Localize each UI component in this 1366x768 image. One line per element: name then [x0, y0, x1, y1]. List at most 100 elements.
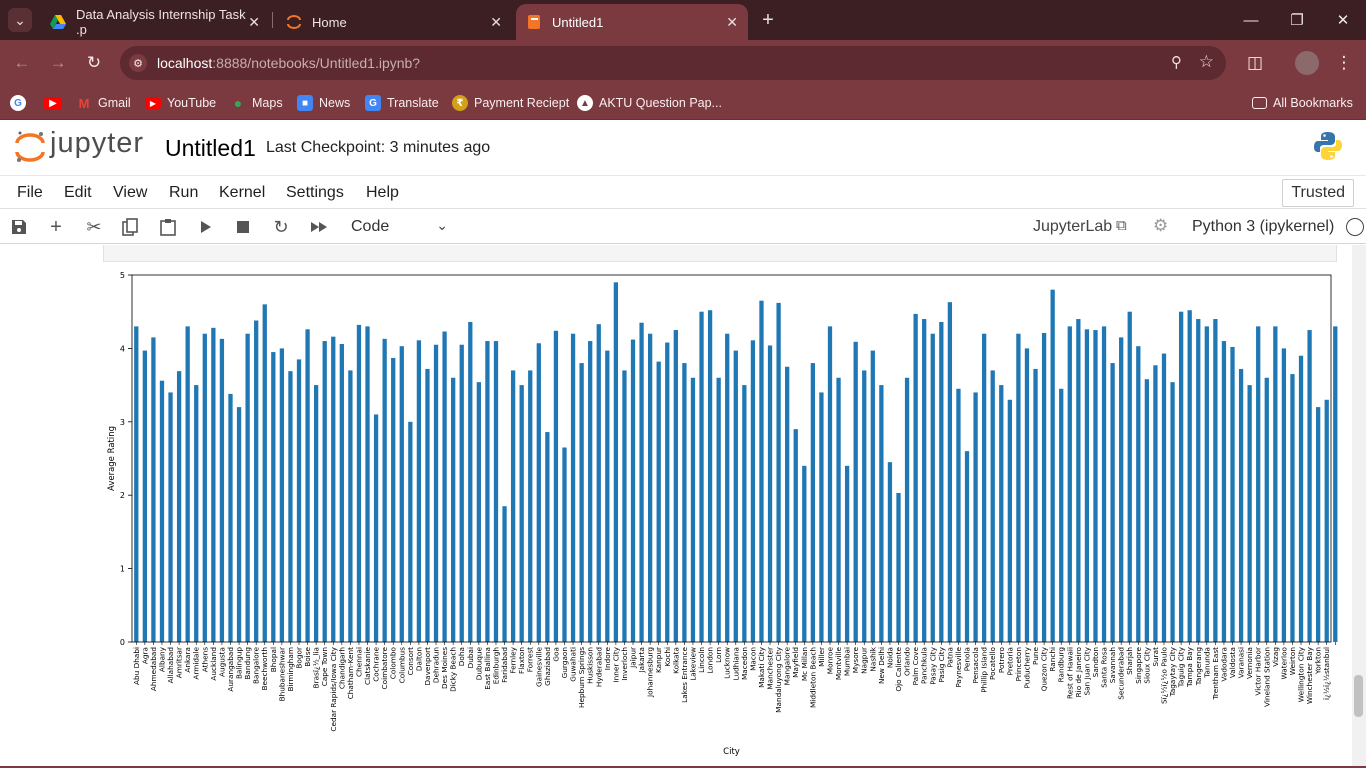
jupyter-logo-icon[interactable] — [14, 129, 46, 165]
close-icon[interactable]: ✕ — [248, 14, 260, 31]
bookmark-maps[interactable]: ● Maps — [230, 94, 283, 112]
tab-search-icon[interactable]: ⌄ — [8, 8, 32, 32]
menu-view[interactable]: View — [113, 184, 147, 202]
bar — [956, 388, 961, 642]
bookmark-gmail[interactable]: M Gmail — [76, 94, 131, 112]
bar — [879, 385, 884, 642]
save-icon[interactable] — [8, 217, 30, 237]
bar — [391, 357, 396, 642]
bookmark-translate[interactable]: G Translate — [365, 94, 439, 112]
zoom-icon[interactable]: ⚲ — [1171, 53, 1182, 71]
bar — [750, 340, 756, 642]
bar — [596, 324, 601, 642]
bar — [485, 341, 490, 642]
bar — [562, 447, 567, 642]
bar — [1050, 289, 1055, 642]
restart-icon[interactable]: ↻ — [270, 217, 292, 237]
bar — [570, 333, 576, 642]
paste-icon[interactable] — [157, 217, 179, 237]
bar — [785, 366, 790, 642]
payment-icon: ₹ — [452, 95, 468, 111]
bookmark-star-icon[interactable]: ☆ — [1199, 52, 1214, 72]
bar — [1084, 329, 1090, 642]
bar — [348, 370, 353, 642]
bookmark-youtube-icon-only[interactable]: ▶ — [44, 94, 68, 112]
browser-tab-strip: ⌄ Data Analysis Internship Task .p ✕ Hom… — [0, 0, 1366, 40]
profile-avatar[interactable] — [1295, 51, 1319, 75]
run-icon[interactable] — [195, 217, 217, 237]
bar — [673, 330, 678, 642]
extensions-icon[interactable]: ◫ — [1243, 51, 1267, 75]
restore-icon[interactable]: ❐ — [1274, 0, 1320, 40]
bar — [887, 462, 893, 642]
close-icon[interactable]: ✕ — [490, 14, 502, 31]
tab-untitled1[interactable]: Untitled1 ✕ — [516, 4, 748, 40]
bar — [236, 407, 242, 642]
menu-edit[interactable]: Edit — [64, 184, 92, 202]
close-icon[interactable]: ✕ — [726, 14, 738, 31]
cell-type-select[interactable]: Code ⌄ — [344, 215, 452, 239]
external-link-icon[interactable]: ⧉ — [1116, 217, 1127, 234]
bar — [1324, 399, 1329, 642]
y-tick-label: 5 — [120, 271, 125, 280]
tab-title: Data Analysis Internship Task .p — [76, 7, 246, 37]
bar — [827, 326, 833, 642]
bookmark-aktu[interactable]: ▲ AKTU Question Pap... — [577, 94, 722, 112]
notebook-title[interactable]: Untitled1 — [165, 135, 256, 162]
site-info-icon[interactable]: ⚙ — [129, 54, 147, 72]
bar — [459, 344, 464, 642]
menu-settings[interactable]: Settings — [286, 184, 344, 202]
tab-data-analysis[interactable]: Data Analysis Internship Task .p ✕ — [40, 4, 270, 40]
back-icon[interactable]: ← — [10, 51, 34, 75]
cut-icon[interactable]: ✂ — [83, 217, 105, 237]
jupyterlab-link[interactable]: JupyterLab — [1033, 218, 1112, 236]
bar — [1333, 326, 1338, 642]
add-cell-icon[interactable]: + — [45, 216, 67, 238]
close-window-icon[interactable]: ✕ — [1320, 0, 1366, 40]
bar — [1127, 311, 1132, 642]
bar-chart: 012345Abu Dhabi Agra Ahmedabad Albany Allaha… — [107, 271, 1338, 757]
google-drive-icon — [50, 14, 66, 30]
fast-forward-icon[interactable] — [308, 217, 330, 237]
forward-icon[interactable]: → — [46, 51, 70, 75]
debugger-icon[interactable]: ⚙ — [1153, 216, 1168, 236]
bar — [896, 492, 901, 642]
scrollbar-thumb[interactable] — [1354, 675, 1363, 717]
y-tick-label: 3 — [120, 418, 125, 427]
menu-file[interactable]: File — [17, 184, 43, 202]
reload-icon[interactable]: ↻ — [82, 51, 106, 75]
bar — [844, 465, 850, 642]
more-menu-icon[interactable]: ⋮ — [1332, 51, 1356, 75]
menu-run[interactable]: Run — [169, 184, 198, 202]
bookmark-news[interactable]: ■ News — [297, 94, 350, 112]
bar — [1144, 379, 1150, 642]
bar — [1076, 319, 1081, 642]
bar — [1153, 365, 1158, 642]
tab-home[interactable]: Home ✕ — [276, 4, 512, 40]
gmail-icon: M — [78, 95, 90, 111]
bar — [836, 377, 841, 642]
all-bookmarks[interactable]: All Bookmarks — [1252, 94, 1353, 112]
new-tab-icon[interactable]: + — [756, 8, 780, 32]
menu-kernel[interactable]: Kernel — [219, 184, 265, 202]
bar — [622, 370, 627, 642]
bar — [510, 370, 516, 642]
copy-icon[interactable] — [119, 217, 141, 237]
address-bar[interactable]: ⚙ localhost:8888/notebooks/Untitled1.ipy… — [120, 46, 1226, 80]
bookmark-payment[interactable]: ₹ Payment Reciept — [452, 94, 569, 112]
bookmark-youtube[interactable]: ▶ YouTube — [145, 94, 216, 112]
bar — [502, 506, 507, 642]
bookmark-google[interactable]: G — [10, 94, 32, 112]
bar — [733, 350, 738, 642]
trusted-indicator[interactable]: Trusted — [1282, 179, 1354, 207]
bar — [742, 385, 747, 642]
bar — [802, 465, 807, 642]
minimize-icon[interactable]: — — [1228, 0, 1274, 40]
menu-help[interactable]: Help — [366, 184, 399, 202]
kernel-name[interactable]: Python 3 (ipykernel) — [1192, 218, 1334, 236]
bar — [1247, 385, 1252, 642]
scrollbar[interactable] — [1352, 245, 1366, 768]
stop-icon[interactable] — [232, 217, 254, 237]
bar — [322, 341, 327, 642]
bar — [862, 370, 867, 642]
